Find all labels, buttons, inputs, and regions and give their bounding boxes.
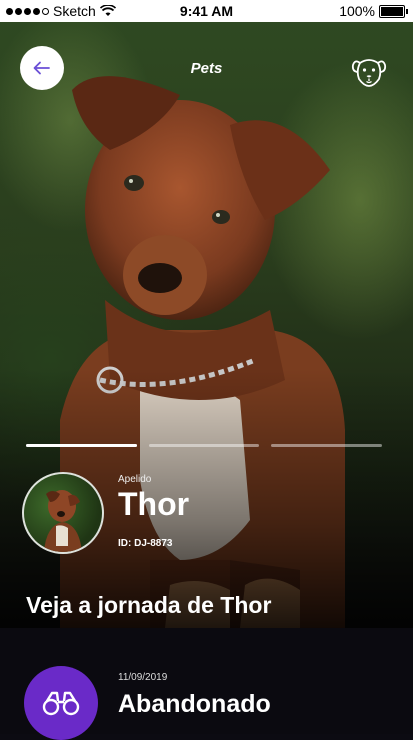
story-progress (26, 444, 383, 447)
event-date: 11/09/2019 (118, 672, 168, 683)
dog-face-icon (351, 59, 387, 87)
pet-avatar[interactable] (22, 472, 104, 554)
pet-avatar-image (44, 490, 82, 552)
pet-profile-button[interactable] (351, 54, 387, 88)
story-segment[interactable] (271, 444, 383, 447)
binoculars-icon (42, 691, 80, 716)
battery-icon (379, 4, 408, 18)
status-right: 100% (339, 3, 408, 19)
nickname-label: Apelido (118, 474, 152, 485)
pet-id: ID: DJ-8873 (118, 538, 173, 549)
event-title: Abandonado (118, 690, 271, 718)
story-segment-fill (26, 444, 137, 447)
journey-heading: Veja a jornada de Thor (26, 592, 272, 618)
status-bar: Sketch 9:41 AM 100% (0, 0, 413, 22)
story-segment[interactable] (26, 444, 137, 447)
story-segment[interactable] (148, 444, 260, 447)
battery-percentage: 100% (339, 3, 375, 19)
event-icon-button[interactable] (24, 666, 98, 740)
pet-name: Thor (118, 486, 190, 522)
